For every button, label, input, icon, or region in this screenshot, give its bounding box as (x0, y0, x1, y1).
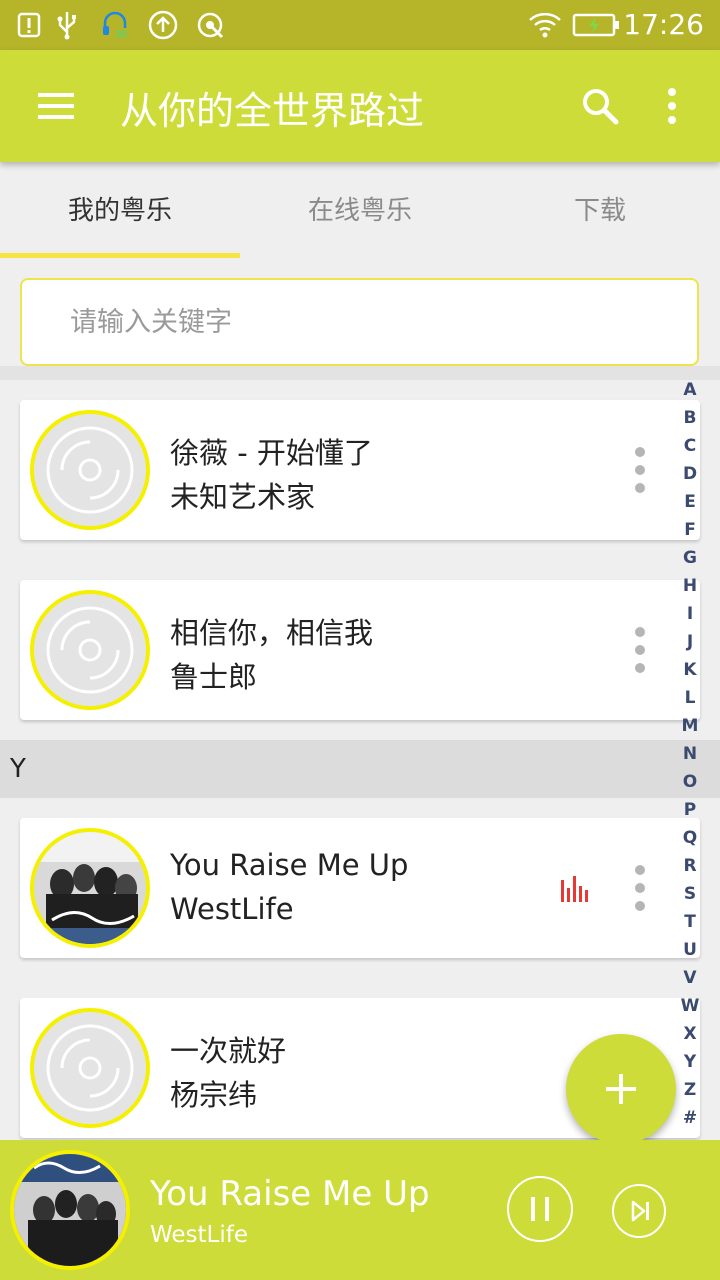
more-vertical-icon[interactable] (628, 862, 652, 914)
index-letter[interactable]: B (680, 404, 700, 432)
disc-placeholder-icon (30, 1008, 150, 1128)
battery-charging-icon (572, 13, 619, 37)
player-song-title: You Raise Me Up (150, 1174, 430, 1214)
mini-player[interactable]: You Raise Me Up WestLife (0, 1140, 720, 1280)
tab-bar: 我的粤乐 在线粤乐 下载 (0, 162, 720, 258)
alphabet-index[interactable]: A B C D E F G H I J K L M N O P Q R S T U V W X Y Z # (680, 376, 700, 1128)
app-toolbar: 从你的全世界路过 (0, 50, 720, 162)
song-card[interactable]: 相信你，相信我 鲁士郎 (20, 580, 700, 720)
search-box (20, 278, 699, 366)
index-letter[interactable]: Q (680, 824, 700, 852)
pause-button[interactable] (507, 1176, 573, 1242)
index-letter[interactable]: V (680, 964, 700, 992)
index-letter[interactable]: N (680, 740, 700, 768)
more-vertical-icon[interactable] (628, 444, 652, 496)
tab-indicator (0, 253, 240, 258)
index-letter[interactable]: O (680, 768, 700, 796)
status-bar: 17:26 (0, 0, 720, 50)
song-artist: WestLife (170, 892, 294, 926)
add-button[interactable] (566, 1034, 676, 1144)
hamburger-icon[interactable] (30, 84, 82, 128)
index-letter[interactable]: R (680, 852, 700, 880)
tab-online-music[interactable]: 在线粤乐 (240, 162, 480, 258)
song-artist: 未知艺术家 (170, 480, 316, 514)
more-vertical-icon[interactable] (652, 84, 692, 128)
player-artist: WestLife (150, 1222, 248, 1248)
search-input[interactable] (70, 302, 650, 342)
section-header-letter: Y (10, 754, 26, 784)
index-letter[interactable]: T (680, 908, 700, 936)
song-list: 徐薇 - 开始懂了 未知艺术家 相信你，相信我 鲁士郎 Y You Raise … (0, 366, 720, 1140)
song-artist: 鲁士郎 (170, 660, 258, 694)
disc-placeholder-icon (30, 590, 150, 710)
index-letter[interactable]: E (680, 488, 700, 516)
alert-icon (17, 12, 41, 38)
index-letter[interactable]: U (680, 936, 700, 964)
index-letter[interactable]: S (680, 880, 700, 908)
skip-next-icon (631, 1200, 649, 1222)
index-letter[interactable]: # (680, 1104, 700, 1132)
index-letter[interactable]: J (680, 628, 700, 656)
index-letter[interactable]: P (680, 796, 700, 824)
upload-icon (148, 10, 178, 40)
index-letter[interactable]: H (680, 572, 700, 600)
index-letter[interactable]: L (680, 684, 700, 712)
next-button[interactable] (612, 1184, 666, 1238)
headset-icon (103, 11, 127, 38)
status-time: 17:26 (623, 8, 704, 41)
plus-icon (606, 1074, 636, 1104)
page-title: 从你的全世界路过 (120, 89, 425, 133)
search-icon[interactable] (578, 84, 622, 128)
sync-icon (197, 12, 224, 39)
pause-icon (531, 1197, 549, 1221)
section-header: Y (0, 740, 720, 798)
index-letter[interactable]: F (680, 516, 700, 544)
song-title: 相信你，相信我 (170, 616, 374, 650)
song-card[interactable]: 徐薇 - 开始懂了 未知艺术家 (20, 400, 700, 540)
disc-placeholder-icon (30, 410, 150, 530)
wifi-icon (529, 12, 561, 38)
index-letter[interactable]: X (680, 1020, 700, 1048)
index-letter[interactable]: D (680, 460, 700, 488)
album-art (10, 1150, 130, 1270)
index-letter[interactable]: Y (680, 1048, 700, 1076)
song-title: 徐薇 - 开始懂了 (170, 436, 373, 470)
tab-download[interactable]: 下载 (480, 162, 720, 258)
song-card[interactable]: You Raise Me Up WestLife (20, 818, 700, 958)
index-letter[interactable]: C (680, 432, 700, 460)
index-letter[interactable]: M (680, 712, 700, 740)
tab-my-music[interactable]: 我的粤乐 (0, 162, 240, 258)
album-art (30, 828, 150, 948)
index-letter[interactable]: Z (680, 1076, 700, 1104)
song-title: You Raise Me Up (170, 848, 409, 882)
now-playing-icon (561, 876, 588, 902)
index-letter[interactable]: G (680, 544, 700, 572)
song-artist: 杨宗纬 (170, 1078, 258, 1112)
index-letter[interactable]: W (680, 992, 700, 1020)
index-letter[interactable]: K (680, 656, 700, 684)
index-letter[interactable]: I (680, 600, 700, 628)
song-title: 一次就好 (170, 1034, 287, 1068)
more-vertical-icon[interactable] (628, 624, 652, 676)
index-letter[interactable]: A (680, 376, 700, 404)
usb-icon (57, 12, 76, 40)
